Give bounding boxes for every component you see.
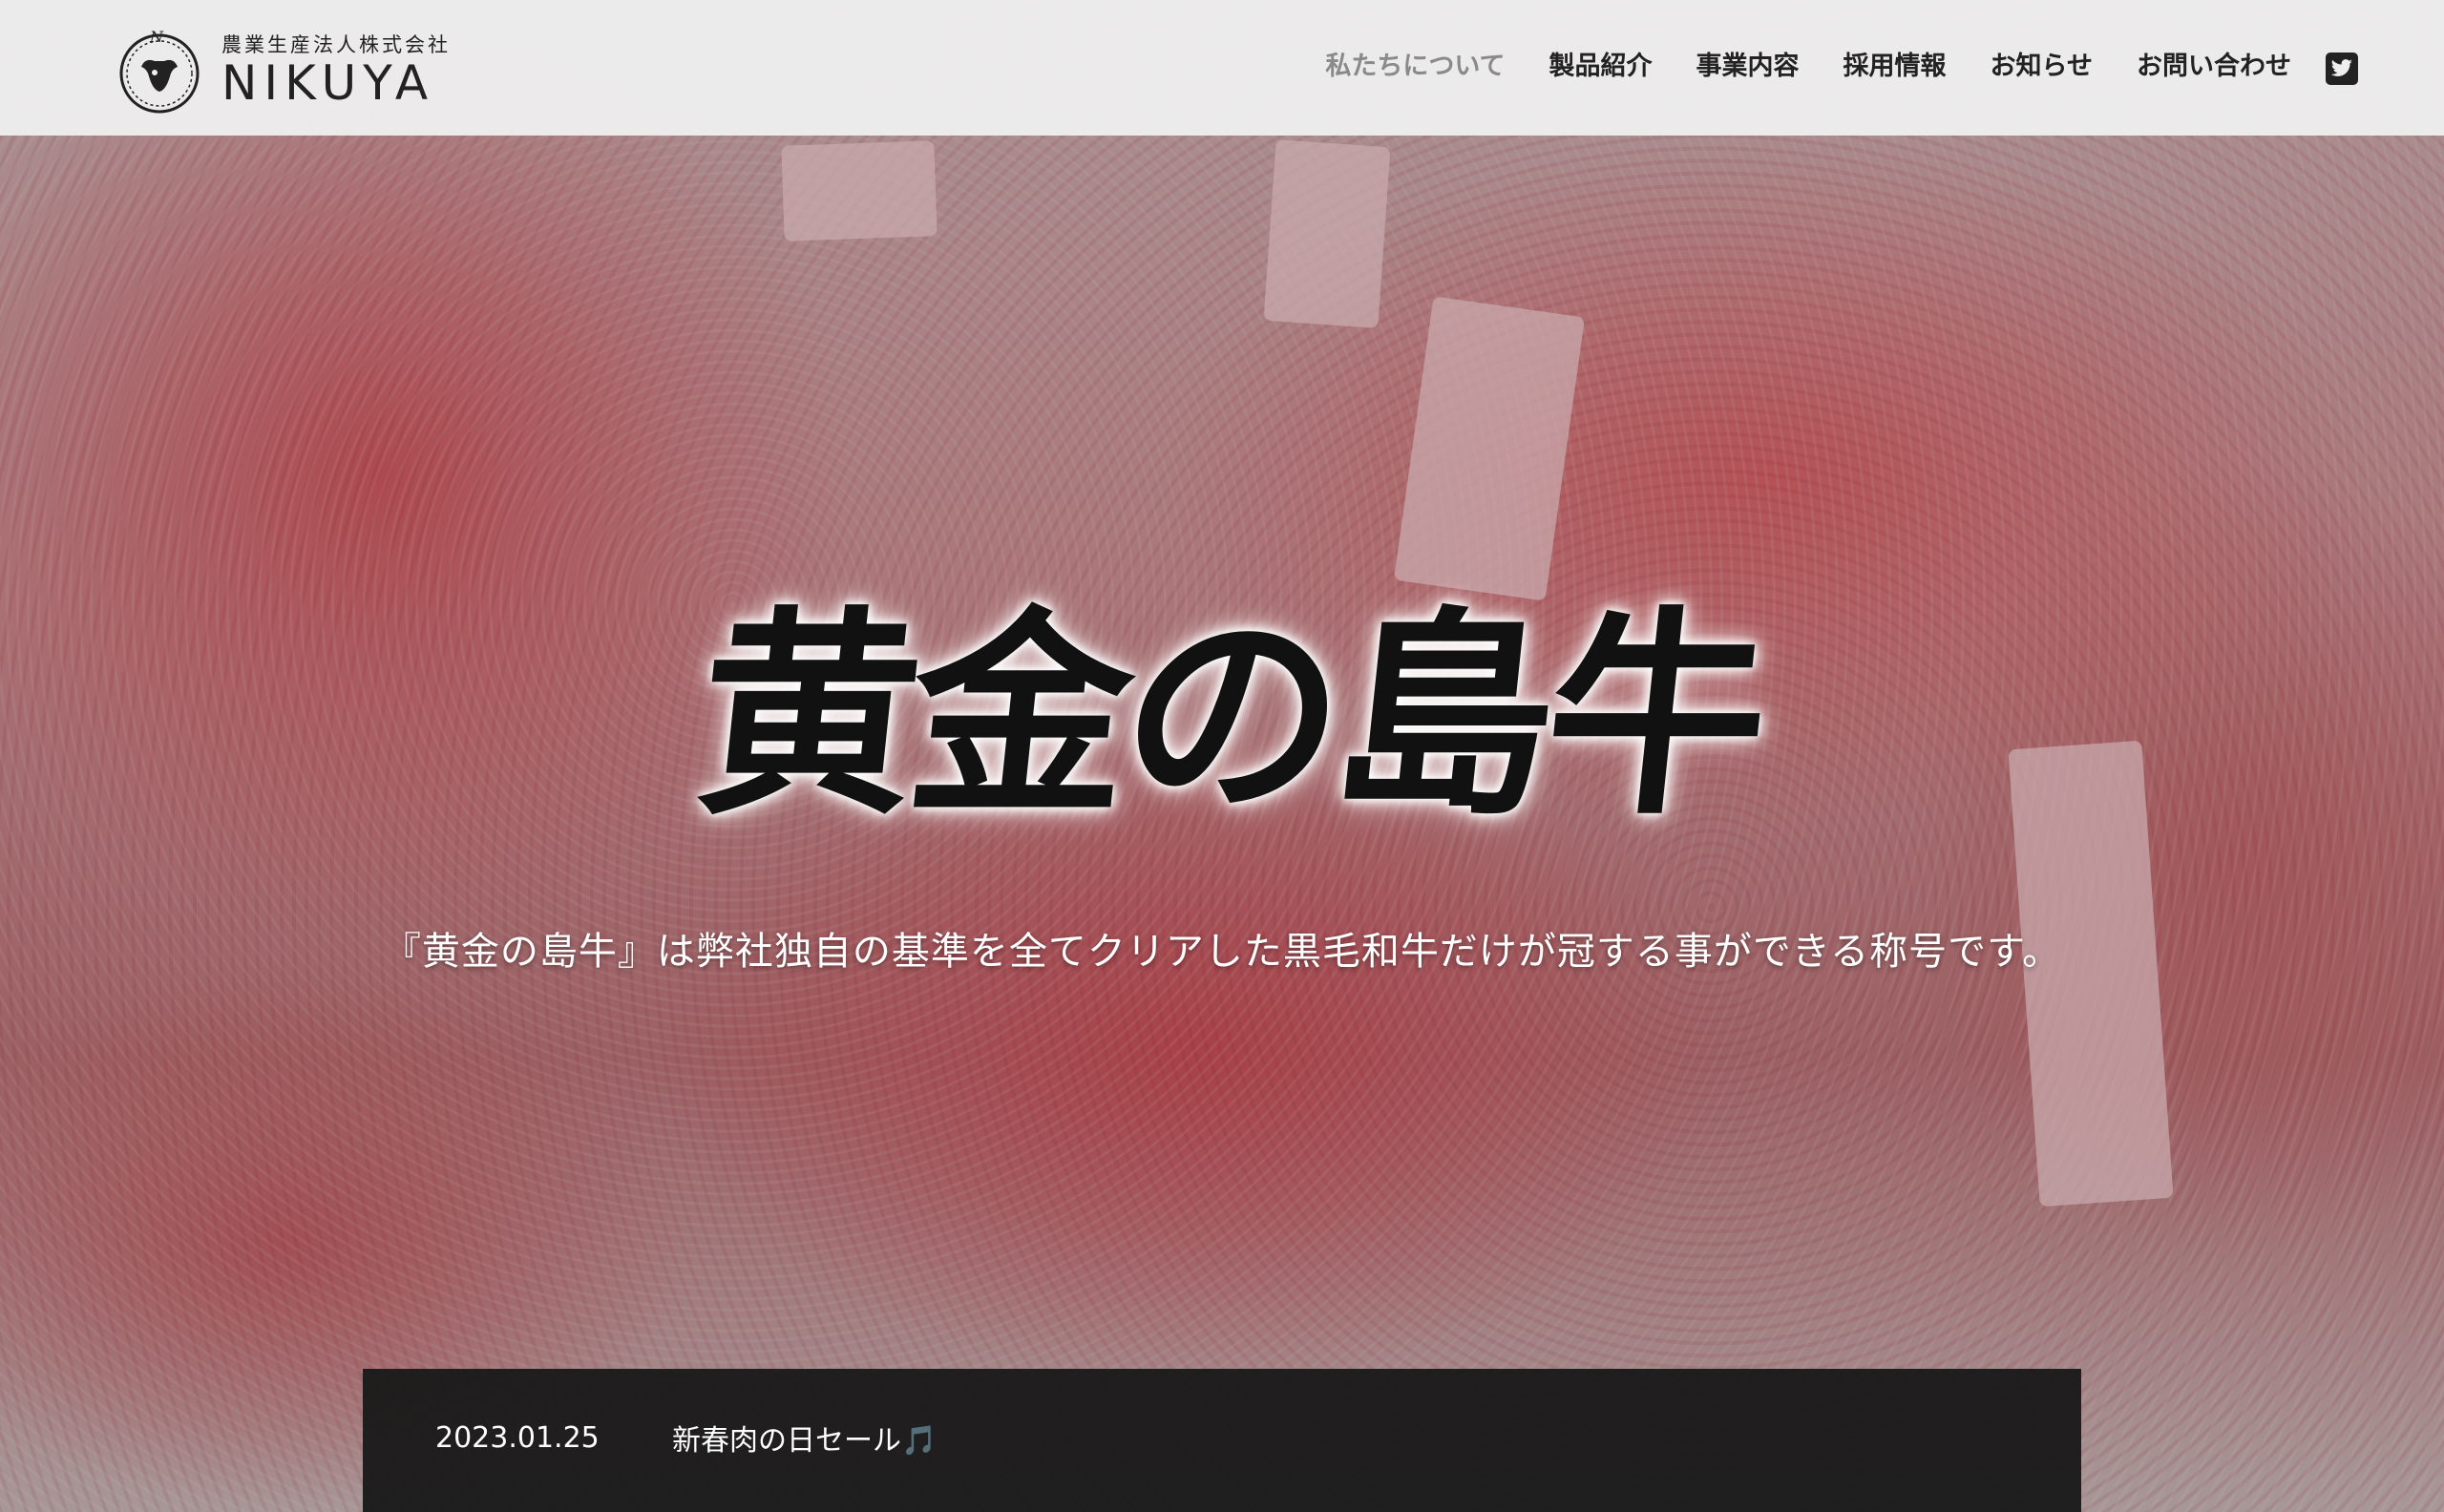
nav-item-recruit[interactable]: 採用情報	[1844, 48, 1947, 86]
site-logo[interactable]: N 農業生産法人株式会社 NIKUYA	[116, 28, 451, 115]
brand-title-text: 黄金の島牛	[685, 586, 1774, 845]
news-title-link[interactable]: 新春肉の日セール🎵	[672, 1417, 937, 1459]
twitter-icon[interactable]	[2326, 52, 2358, 85]
nav-item-about[interactable]: 私たちについて	[1325, 48, 1505, 86]
logo-wordmark: NIKUYA	[221, 55, 435, 111]
news-date: 2023.01.25	[435, 1420, 600, 1455]
nav-item-contact[interactable]: お問い合わせ	[2137, 48, 2291, 86]
svg-text:N: N	[149, 29, 164, 46]
hero-tagline: 『黄金の島牛』は弊社独自の基準を全てクリアした黒毛和牛だけが冠する事ができる称号…	[382, 930, 2062, 974]
brand-title-calligraphy: 黄金の島牛	[659, 515, 1804, 878]
page: N 農業生産法人株式会社 NIKUYA 私たちについて 製品紹介 事業内容 採用…	[0, 0, 2444, 1512]
news-bar: 2023.01.25 新春肉の日セール🎵	[363, 1369, 2081, 1512]
nav-item-news[interactable]: お知らせ	[1991, 48, 2093, 86]
nav-item-products[interactable]: 製品紹介	[1549, 48, 1653, 86]
news-item[interactable]: 2023.01.25 新春肉の日セール🎵	[435, 1417, 937, 1459]
logo-company-type: 農業生産法人株式会社	[221, 33, 451, 56]
nav-item-business[interactable]: 事業内容	[1696, 48, 1800, 86]
bull-emblem-icon: N	[116, 28, 202, 115]
main-nav: 私たちについて 製品紹介 事業内容 採用情報 お知らせ お問い合わせ	[1281, 48, 2291, 86]
site-header: N 農業生産法人株式会社 NIKUYA 私たちについて 製品紹介 事業内容 採用…	[0, 0, 2444, 136]
